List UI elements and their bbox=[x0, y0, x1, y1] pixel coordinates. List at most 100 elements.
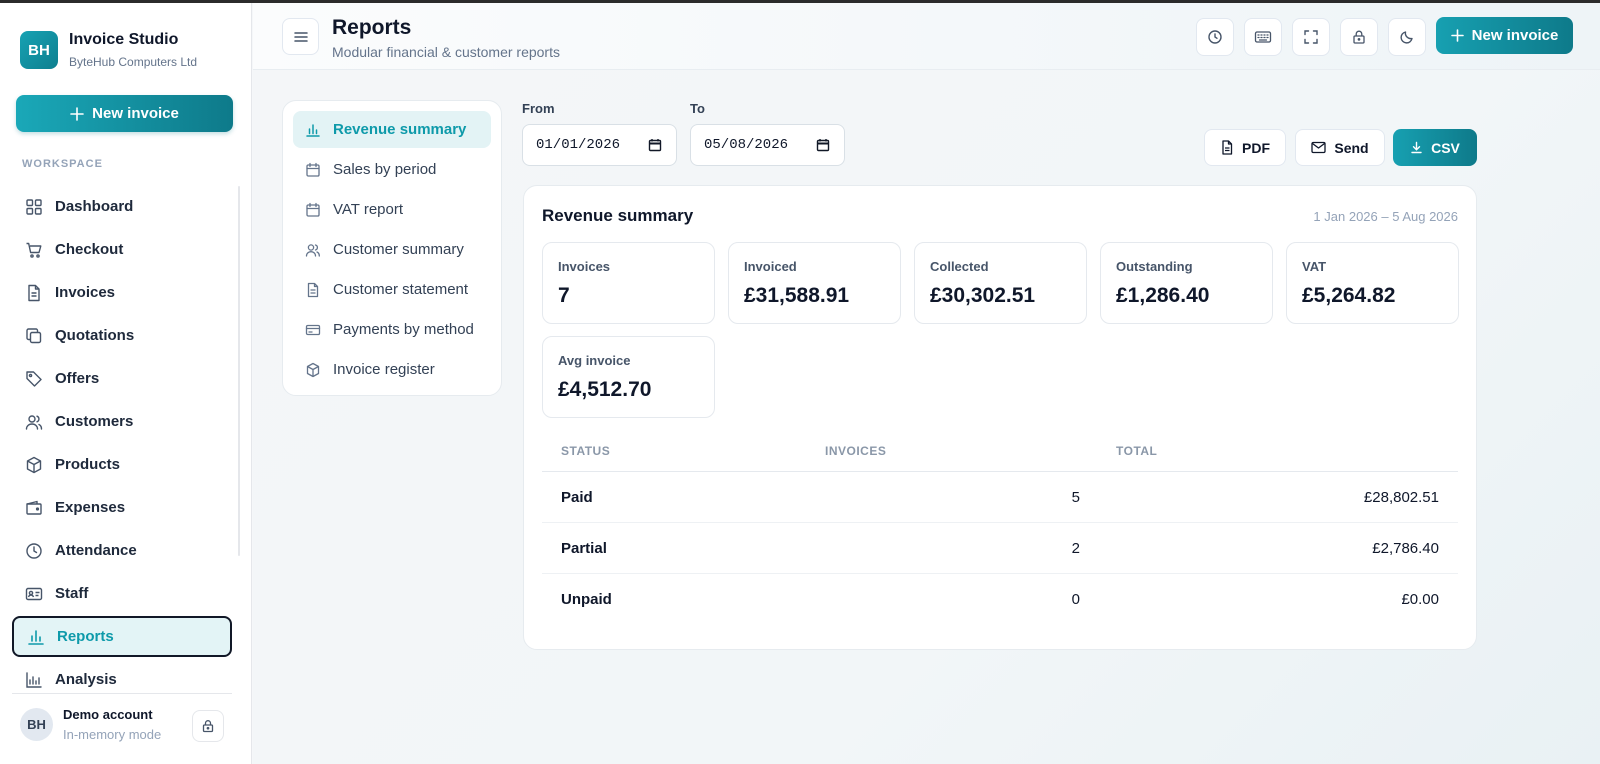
sidebar-item-offers[interactable]: Offers bbox=[12, 358, 232, 399]
sidebar-item-label: Reports bbox=[57, 628, 114, 645]
sidebar-item-attendance[interactable]: Attendance bbox=[12, 530, 232, 571]
export-csv-button[interactable]: CSV bbox=[1393, 129, 1477, 166]
report-item-invoice-register[interactable]: Invoice register bbox=[293, 351, 491, 388]
from-date-input[interactable]: 01/01/2026 bbox=[522, 124, 677, 166]
report-item-label: Sales by period bbox=[333, 161, 437, 178]
stat-label: Avg invoice bbox=[558, 353, 631, 368]
top-header: Reports Modular financial & customer rep… bbox=[253, 3, 1600, 70]
to-date-value: 05/08/2026 bbox=[704, 137, 789, 153]
sidebar-item-label: Dashboard bbox=[55, 198, 134, 215]
wallet-icon bbox=[25, 499, 43, 517]
menu-toggle-button[interactable] bbox=[282, 18, 319, 55]
sidebar-item-quotations[interactable]: Quotations bbox=[12, 315, 232, 356]
sidebar-item-staff[interactable]: Staff bbox=[12, 573, 232, 614]
row-status: Paid bbox=[561, 488, 593, 506]
brand-logo: BH bbox=[20, 31, 58, 69]
sidebar-item-label: Customers bbox=[55, 413, 134, 430]
sidebar-item-dashboard[interactable]: Dashboard bbox=[12, 186, 232, 227]
from-date-value: 01/01/2026 bbox=[536, 137, 621, 153]
sidebar-item-invoices[interactable]: Invoices bbox=[12, 272, 232, 313]
mail-icon bbox=[1311, 141, 1327, 154]
report-item-label: Customer statement bbox=[333, 281, 469, 298]
stat-label: Collected bbox=[930, 259, 989, 274]
stat-card-invoices: Invoices 7 bbox=[542, 242, 715, 324]
row-status: Partial bbox=[561, 539, 607, 557]
calendar-icon[interactable] bbox=[816, 138, 830, 152]
report-item-customer-statement[interactable]: Customer statement bbox=[293, 271, 491, 308]
send-label: Send bbox=[1334, 139, 1369, 156]
sidebar-item-checkout[interactable]: Checkout bbox=[12, 229, 232, 270]
sidebar-scrollbar[interactable] bbox=[238, 186, 240, 556]
report-item-label: Revenue summary bbox=[333, 121, 467, 138]
sidebar-item-label: Attendance bbox=[55, 542, 137, 559]
calendar-icon[interactable] bbox=[648, 138, 662, 152]
column-header-total[interactable]: TOTAL bbox=[1116, 444, 1157, 458]
stat-value: £30,302.51 bbox=[930, 284, 1036, 307]
stat-card-invoiced: Invoiced £31,588.91 bbox=[728, 242, 901, 324]
stat-card-avg-invoice: Avg invoice £4,512.70 bbox=[542, 336, 715, 418]
fullscreen-button[interactable] bbox=[1292, 18, 1330, 56]
account-lock-button[interactable] bbox=[192, 710, 224, 742]
report-item-label: Payments by method bbox=[333, 321, 474, 338]
sidebar-item-products[interactable]: Products bbox=[12, 444, 232, 485]
theme-toggle-button[interactable] bbox=[1388, 18, 1426, 56]
sidebar-item-label: Invoices bbox=[55, 284, 116, 301]
file-icon bbox=[25, 284, 43, 302]
keyboard-shortcuts-button[interactable] bbox=[1244, 18, 1282, 56]
report-item-customer-summary[interactable]: Customer summary bbox=[293, 231, 491, 268]
sidebar-item-label: Products bbox=[55, 456, 121, 473]
users-icon bbox=[25, 413, 43, 431]
sidebar-item-label: Checkout bbox=[55, 241, 124, 258]
lock-screen-button[interactable] bbox=[1340, 18, 1378, 56]
file-icon bbox=[1220, 140, 1234, 155]
report-item-vat-report[interactable]: VAT report bbox=[293, 191, 491, 228]
export-pdf-button[interactable]: PDF bbox=[1204, 129, 1286, 166]
report-item-label: VAT report bbox=[333, 201, 404, 218]
cart-icon bbox=[25, 241, 43, 259]
sidebar-new-invoice-button[interactable]: New invoice bbox=[16, 95, 233, 132]
column-header-invoices[interactable]: INVOICES bbox=[825, 444, 886, 458]
plus-icon bbox=[1450, 29, 1464, 42]
report-item-revenue-summary[interactable]: Revenue summary bbox=[293, 111, 491, 148]
report-item-label: Invoice register bbox=[333, 361, 435, 378]
account-name: Demo account bbox=[63, 707, 153, 722]
table-row: Paid 5 £28,802.51 bbox=[542, 472, 1458, 523]
brand: BH Invoice Studio ByteHub Computers Ltd bbox=[20, 31, 197, 69]
table-row: Partial 2 £2,786.40 bbox=[542, 523, 1458, 574]
table-row: Unpaid 0 £0.00 bbox=[542, 574, 1458, 625]
report-item-sales-by-period[interactable]: Sales by period bbox=[293, 151, 491, 188]
history-button[interactable] bbox=[1196, 18, 1234, 56]
history-icon bbox=[1207, 29, 1223, 45]
summary-title: Revenue summary bbox=[542, 206, 694, 225]
workspace-section-label: WORKSPACE bbox=[22, 158, 103, 170]
column-header-status[interactable]: STATUS bbox=[561, 444, 610, 458]
from-date-label: From bbox=[522, 101, 555, 116]
account-mode: In-memory mode bbox=[63, 727, 162, 742]
header-new-invoice-button[interactable]: New invoice bbox=[1436, 17, 1573, 54]
sidebar-item-reports[interactable]: Reports bbox=[12, 616, 232, 657]
row-total: £2,786.40 bbox=[1372, 539, 1439, 557]
copy-icon bbox=[25, 327, 43, 345]
report-type-menu: Revenue summary Sales by period VAT repo… bbox=[282, 100, 502, 396]
box-icon bbox=[25, 456, 43, 474]
report-item-label: Customer summary bbox=[333, 241, 464, 258]
avatar[interactable]: BH bbox=[20, 708, 53, 741]
company-name: ByteHub Computers Ltd bbox=[69, 55, 198, 69]
revenue-summary-card: Revenue summary 1 Jan 2026 – 5 Aug 2026 … bbox=[523, 185, 1477, 650]
to-date-input[interactable]: 05/08/2026 bbox=[690, 124, 845, 166]
report-item-payments-by-method[interactable]: Payments by method bbox=[293, 311, 491, 348]
stat-label: Outstanding bbox=[1116, 259, 1193, 274]
bar-chart-icon bbox=[27, 628, 45, 646]
status-table: STATUS INVOICES TOTAL Paid 5 £28,802.51 … bbox=[542, 430, 1458, 625]
sidebar-item-label: Offers bbox=[55, 370, 100, 387]
stat-value: 7 bbox=[558, 284, 570, 307]
app-name: Invoice Studio bbox=[69, 31, 179, 48]
stat-value: £1,286.40 bbox=[1116, 284, 1210, 307]
row-status: Unpaid bbox=[561, 591, 612, 608]
sidebar-item-expenses[interactable]: Expenses bbox=[12, 487, 232, 528]
window-top-border bbox=[0, 0, 1600, 3]
sidebar-item-label: Quotations bbox=[55, 327, 135, 344]
send-report-button[interactable]: Send bbox=[1295, 129, 1385, 166]
clock-icon bbox=[25, 542, 43, 560]
sidebar-item-customers[interactable]: Customers bbox=[12, 401, 232, 442]
